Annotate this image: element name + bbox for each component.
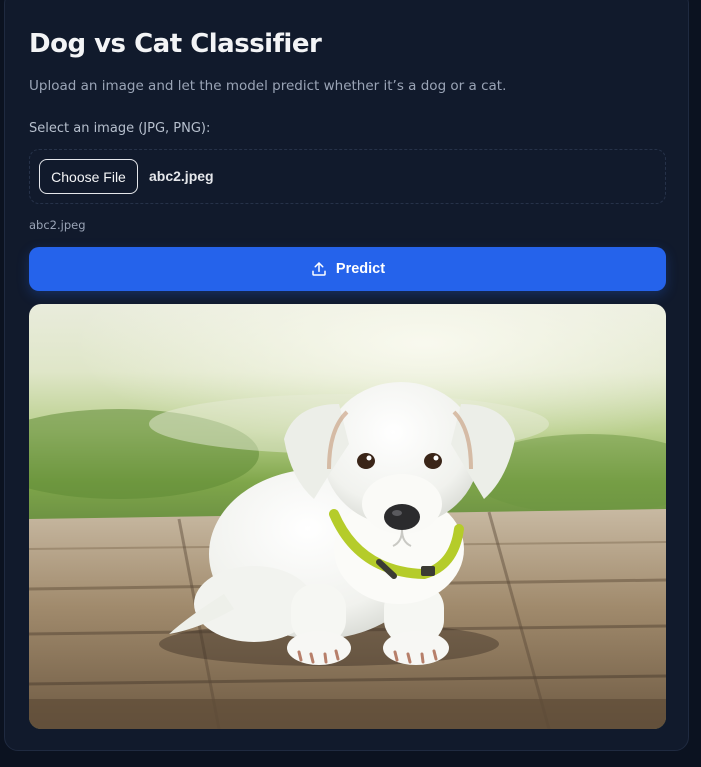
predict-button[interactable]: Predict bbox=[29, 247, 666, 291]
image-preview bbox=[29, 304, 666, 729]
selected-file-name: abc2.jpeg bbox=[149, 168, 214, 184]
file-select-label: Select an image (JPG, PNG): bbox=[29, 121, 211, 136]
file-input[interactable]: Choose File abc2.jpeg bbox=[29, 149, 666, 204]
page-title: Dog vs Cat Classifier bbox=[29, 29, 322, 59]
page-subtitle: Upload an image and let the model predic… bbox=[29, 78, 507, 94]
classifier-card: Dog vs Cat Classifier Upload an image an… bbox=[4, 0, 689, 751]
file-name-caption: abc2.jpeg bbox=[29, 218, 86, 232]
choose-file-button[interactable]: Choose File bbox=[39, 159, 138, 194]
predict-label: Predict bbox=[335, 261, 386, 277]
upload-icon bbox=[310, 260, 328, 278]
